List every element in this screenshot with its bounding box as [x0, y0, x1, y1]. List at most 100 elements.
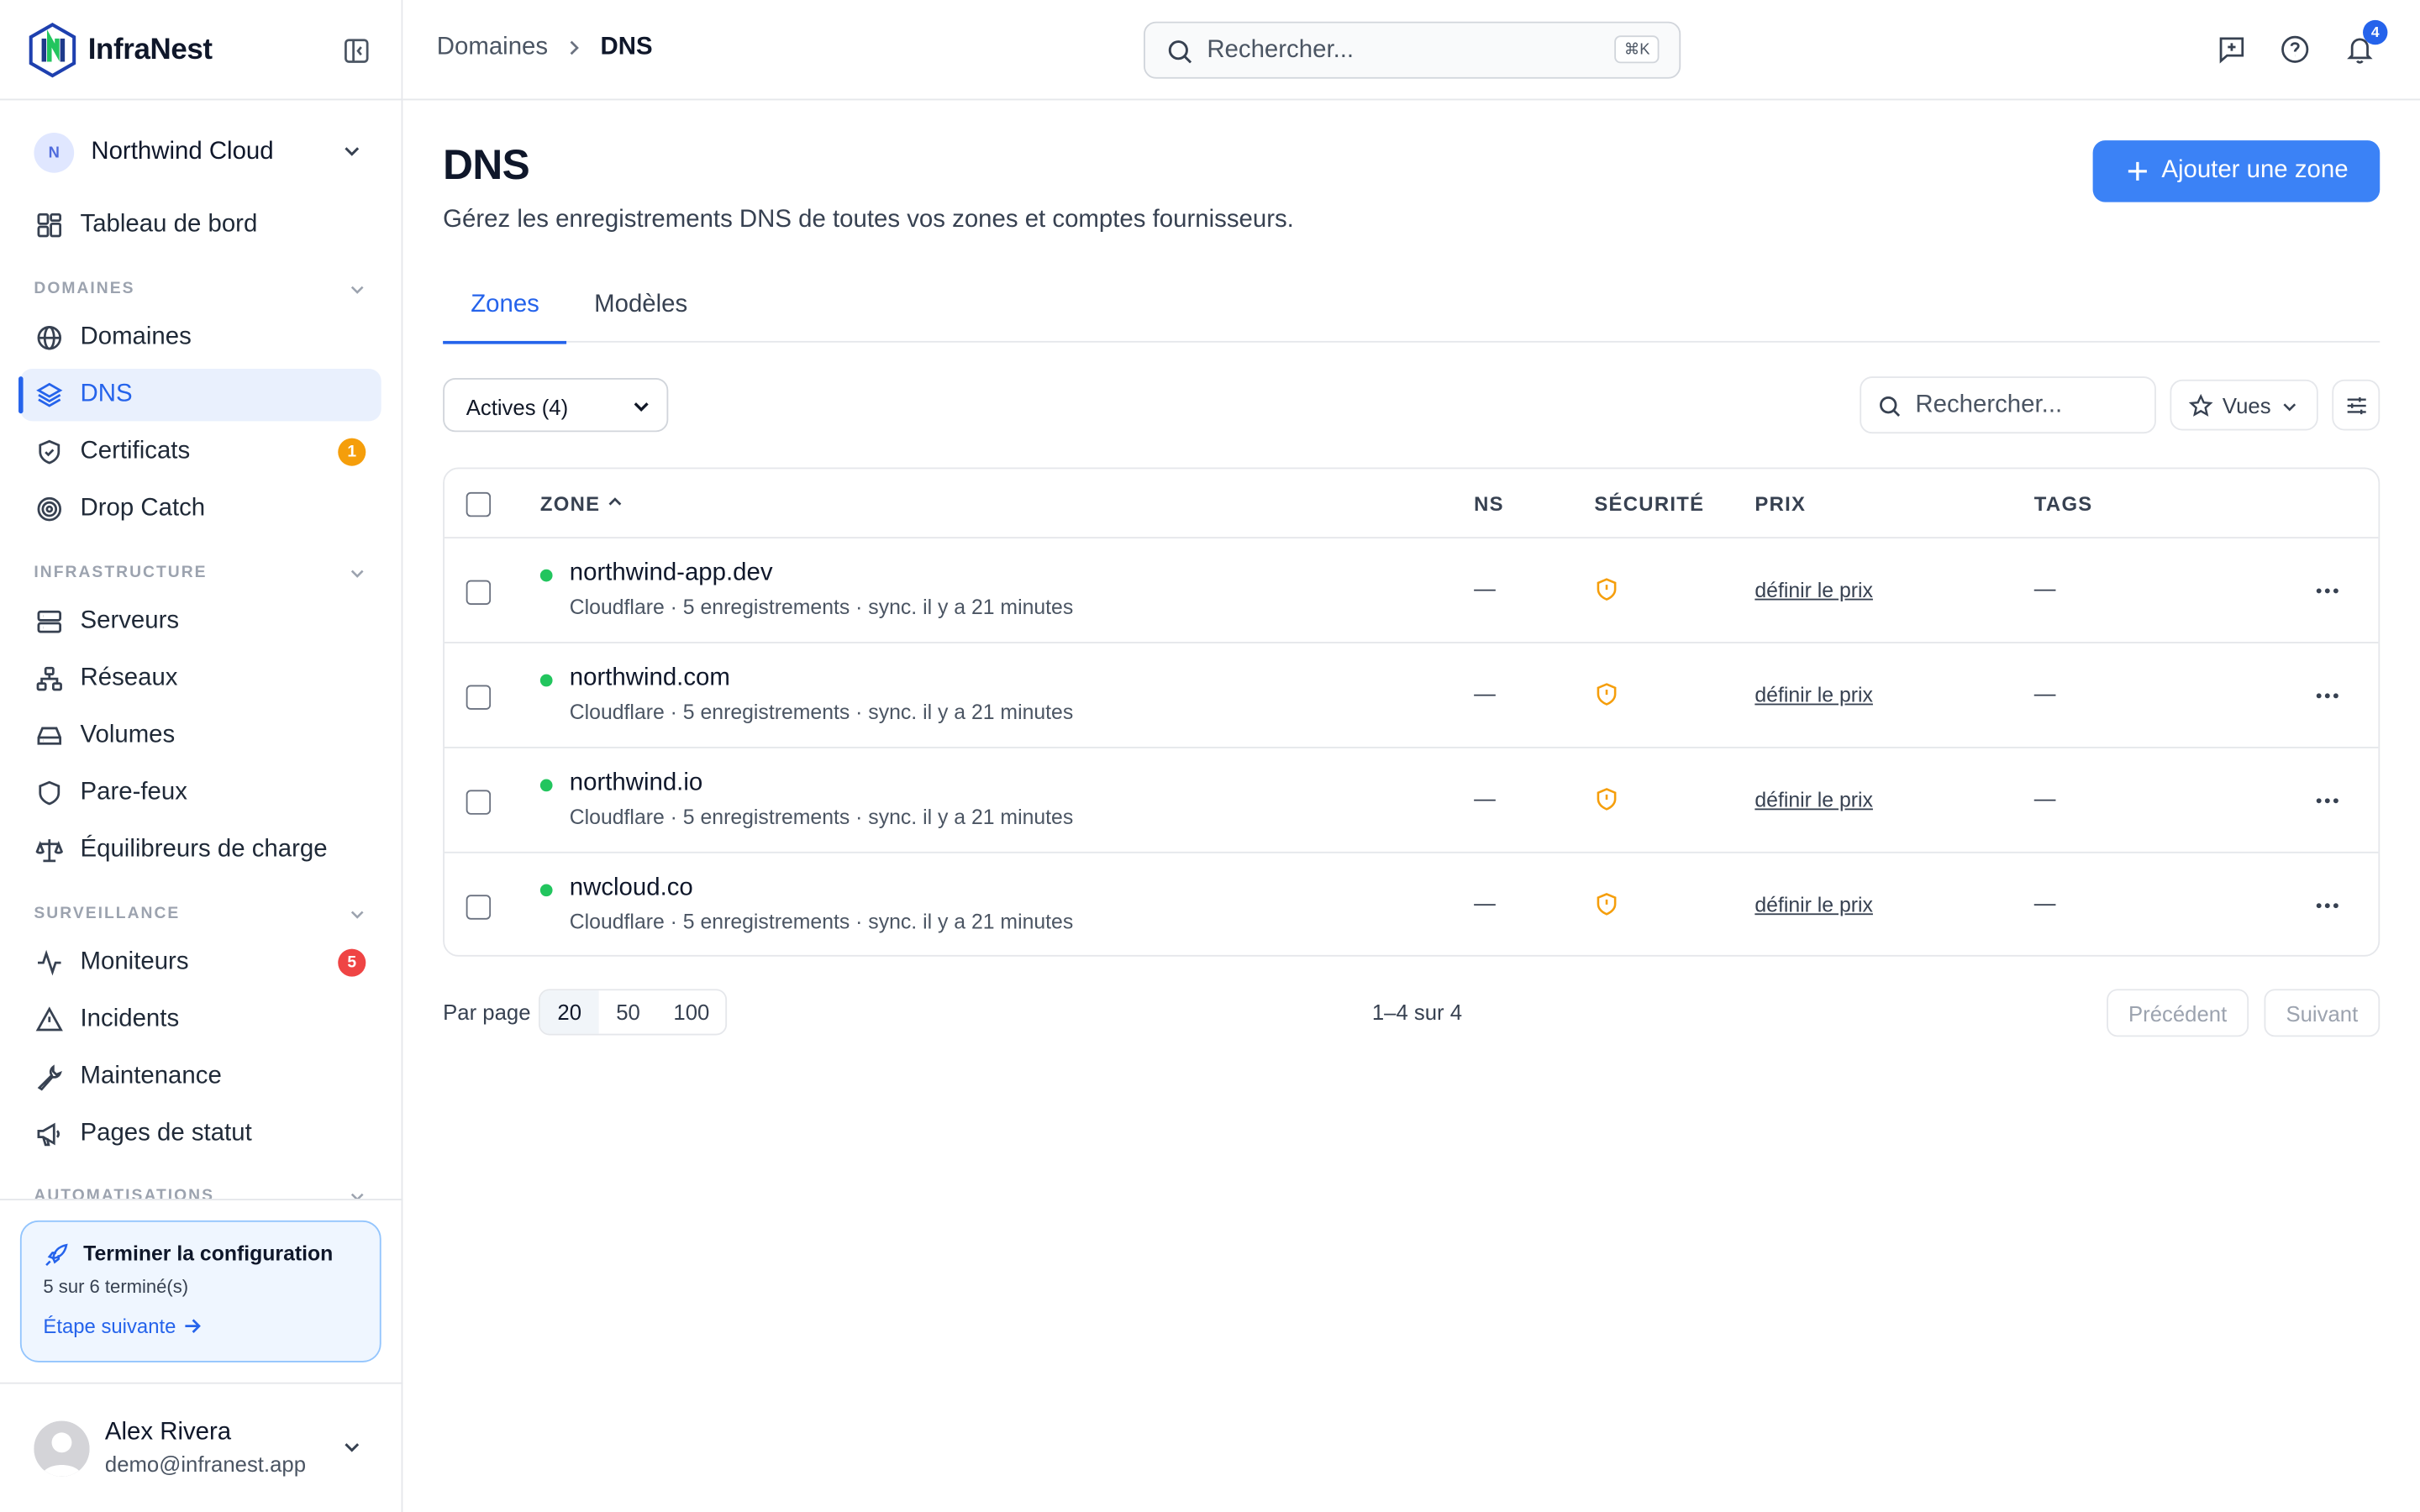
sidebar-divider	[0, 1199, 403, 1200]
section-automatisations[interactable]: AUTOMATISATIONS	[34, 1186, 373, 1200]
section-label: INFRASTRUCTURE	[34, 563, 208, 582]
sidebar-item-label: Serveurs	[80, 607, 180, 634]
sort-ascending-icon	[608, 497, 622, 506]
column-security[interactable]: SÉCURITÉ	[1594, 492, 1704, 516]
shield-alert-icon	[1597, 683, 1617, 706]
column-price[interactable]: PRIX	[1754, 492, 1806, 516]
set-price-link[interactable]: définir le prix	[1754, 684, 1873, 707]
help-icon[interactable]	[2280, 34, 2311, 65]
sidebar-item-label: Maintenance	[80, 1063, 222, 1089]
layers-icon	[36, 382, 63, 407]
table-row[interactable]: northwind-app.dev Cloudflare · 5 enregis…	[444, 538, 2379, 643]
org-name: Northwind Cloud	[91, 139, 274, 165]
feedback-icon[interactable]	[2217, 34, 2248, 65]
next-step-link[interactable]: Étape suivante	[43, 1315, 202, 1337]
breadcrumb-current: DNS	[600, 34, 653, 60]
status-filter-select[interactable]: Actives (4)	[443, 377, 669, 433]
more-horizontal-icon[interactable]	[2312, 785, 2343, 816]
shield-alert-icon	[1597, 788, 1617, 811]
certificats-count-badge: 1	[338, 438, 366, 466]
user-menu[interactable]: Alex Rivera demo@infranest.app	[34, 1420, 373, 1481]
sidebar-item-dashboard[interactable]: Tableau de bord	[20, 199, 381, 251]
sidebar-item-dns[interactable]: DNS	[18, 368, 381, 422]
tags-value: —	[2033, 890, 2056, 916]
set-price-link[interactable]: définir le prix	[1754, 789, 1873, 812]
zone-name[interactable]: nwcloud.co	[570, 874, 693, 902]
more-horizontal-icon[interactable]	[2312, 575, 2343, 606]
table-search-input[interactable]	[1915, 390, 2139, 422]
column-tags[interactable]: TAGS	[2034, 492, 2093, 516]
chevron-right-icon	[570, 40, 579, 55]
row-checkbox[interactable]	[466, 895, 492, 920]
table-row[interactable]: nwcloud.co Cloudflare · 5 enregistrement…	[445, 853, 2378, 955]
section-domaines[interactable]: DOMAINES	[34, 279, 373, 297]
more-horizontal-icon[interactable]	[2312, 680, 2343, 711]
org-switcher[interactable]: N Northwind Cloud	[34, 132, 373, 173]
column-ns[interactable]: NS	[1474, 492, 1504, 516]
sidebar-item-maintenance[interactable]: Maintenance	[20, 1051, 381, 1103]
chevron-down-icon	[345, 147, 360, 156]
row-checkbox[interactable]	[466, 580, 492, 605]
star-icon	[2188, 393, 2213, 417]
chevron-down-icon	[2283, 403, 2296, 412]
tab-zones[interactable]: Zones	[443, 278, 568, 344]
sidebar-item-pages-statut[interactable]: Pages de statut	[20, 1108, 381, 1160]
sidebar-item-serveurs[interactable]: Serveurs	[20, 596, 381, 648]
sidebar-item-drop-catch[interactable]: Drop Catch	[20, 483, 381, 535]
sidebar-item-moniteurs[interactable]: Moniteurs 5	[20, 937, 381, 989]
row-checkbox[interactable]	[466, 685, 492, 710]
sidebar-item-incidents[interactable]: Incidents	[20, 994, 381, 1046]
brand[interactable]: InfraNest	[26, 22, 213, 79]
page-title: DNS	[443, 141, 530, 189]
ns-value: —	[1474, 575, 1496, 601]
sidebar-collapse-icon[interactable]	[341, 35, 372, 66]
sidebar-divider	[0, 98, 403, 101]
breadcrumb-domaines[interactable]: Domaines	[437, 34, 548, 61]
sidebar-item-domaines[interactable]: Domaines	[20, 312, 381, 364]
breadcrumb: Domaines DNS	[437, 34, 653, 61]
table-row[interactable]: northwind.io Cloudflare · 5 enregistreme…	[444, 748, 2379, 853]
per-page-option[interactable]: 20	[539, 990, 599, 1034]
moniteurs-count-badge: 5	[338, 948, 366, 977]
more-horizontal-icon[interactable]	[2312, 890, 2343, 921]
column-label: ZONE	[539, 491, 601, 516]
zone-name[interactable]: northwind.io	[570, 770, 702, 798]
sidebar: InfraNest N Northwind Cloud Tableau de b…	[0, 0, 403, 1512]
chevron-down-icon	[350, 286, 364, 294]
zone-name[interactable]: northwind-app.dev	[570, 560, 773, 588]
per-page-option[interactable]: 100	[657, 990, 725, 1033]
sidebar-item-reseaux[interactable]: Réseaux	[20, 653, 381, 705]
previous-page-button[interactable]: Précédent	[2107, 989, 2249, 1037]
topbar: Domaines DNS ⌘K 4	[402, 0, 2420, 101]
global-search-input[interactable]	[1207, 35, 1593, 66]
section-infrastructure[interactable]: INFRASTRUCTURE	[34, 563, 373, 581]
column-zone[interactable]: ZONE	[539, 491, 623, 516]
add-zone-button[interactable]: Ajouter une zone	[2092, 140, 2381, 202]
column-settings-button[interactable]	[2332, 379, 2381, 431]
target-icon	[37, 496, 62, 522]
add-zone-label: Ajouter une zone	[2161, 157, 2349, 184]
sidebar-item-label: Incidents	[80, 1005, 180, 1032]
avatar	[34, 1420, 90, 1477]
tab-modeles[interactable]: Modèles	[594, 278, 687, 343]
set-price-link[interactable]: définir le prix	[1754, 579, 1873, 602]
select-all-checkbox[interactable]	[466, 491, 492, 517]
sidebar-item-equilibreurs[interactable]: Équilibreurs de charge	[20, 824, 381, 876]
sidebar-item-volumes[interactable]: Volumes	[20, 710, 381, 762]
sidebar-item-certificats[interactable]: Certificats 1	[20, 426, 381, 478]
sidebar-item-pare-feux[interactable]: Pare-feux	[20, 767, 381, 819]
section-surveillance[interactable]: SURVEILLANCE	[34, 904, 373, 922]
next-page-button[interactable]: Suivant	[2264, 989, 2381, 1037]
server-icon	[37, 610, 62, 633]
sidebar-item-label: Pare-feux	[80, 779, 187, 806]
zone-name[interactable]: northwind.com	[570, 665, 730, 693]
table-search[interactable]	[1860, 376, 2156, 434]
table-row[interactable]: northwind.com Cloudflare · 5 enregistrem…	[444, 643, 2379, 748]
per-page-option[interactable]: 50	[599, 990, 658, 1033]
row-checkbox[interactable]	[466, 790, 492, 815]
views-button[interactable]: Vues	[2170, 379, 2318, 431]
set-price-link[interactable]: définir le prix	[1754, 893, 1873, 916]
status-dot	[539, 779, 553, 792]
section-label: DOMAINES	[34, 279, 135, 298]
global-search[interactable]: ⌘K	[1144, 21, 1681, 79]
